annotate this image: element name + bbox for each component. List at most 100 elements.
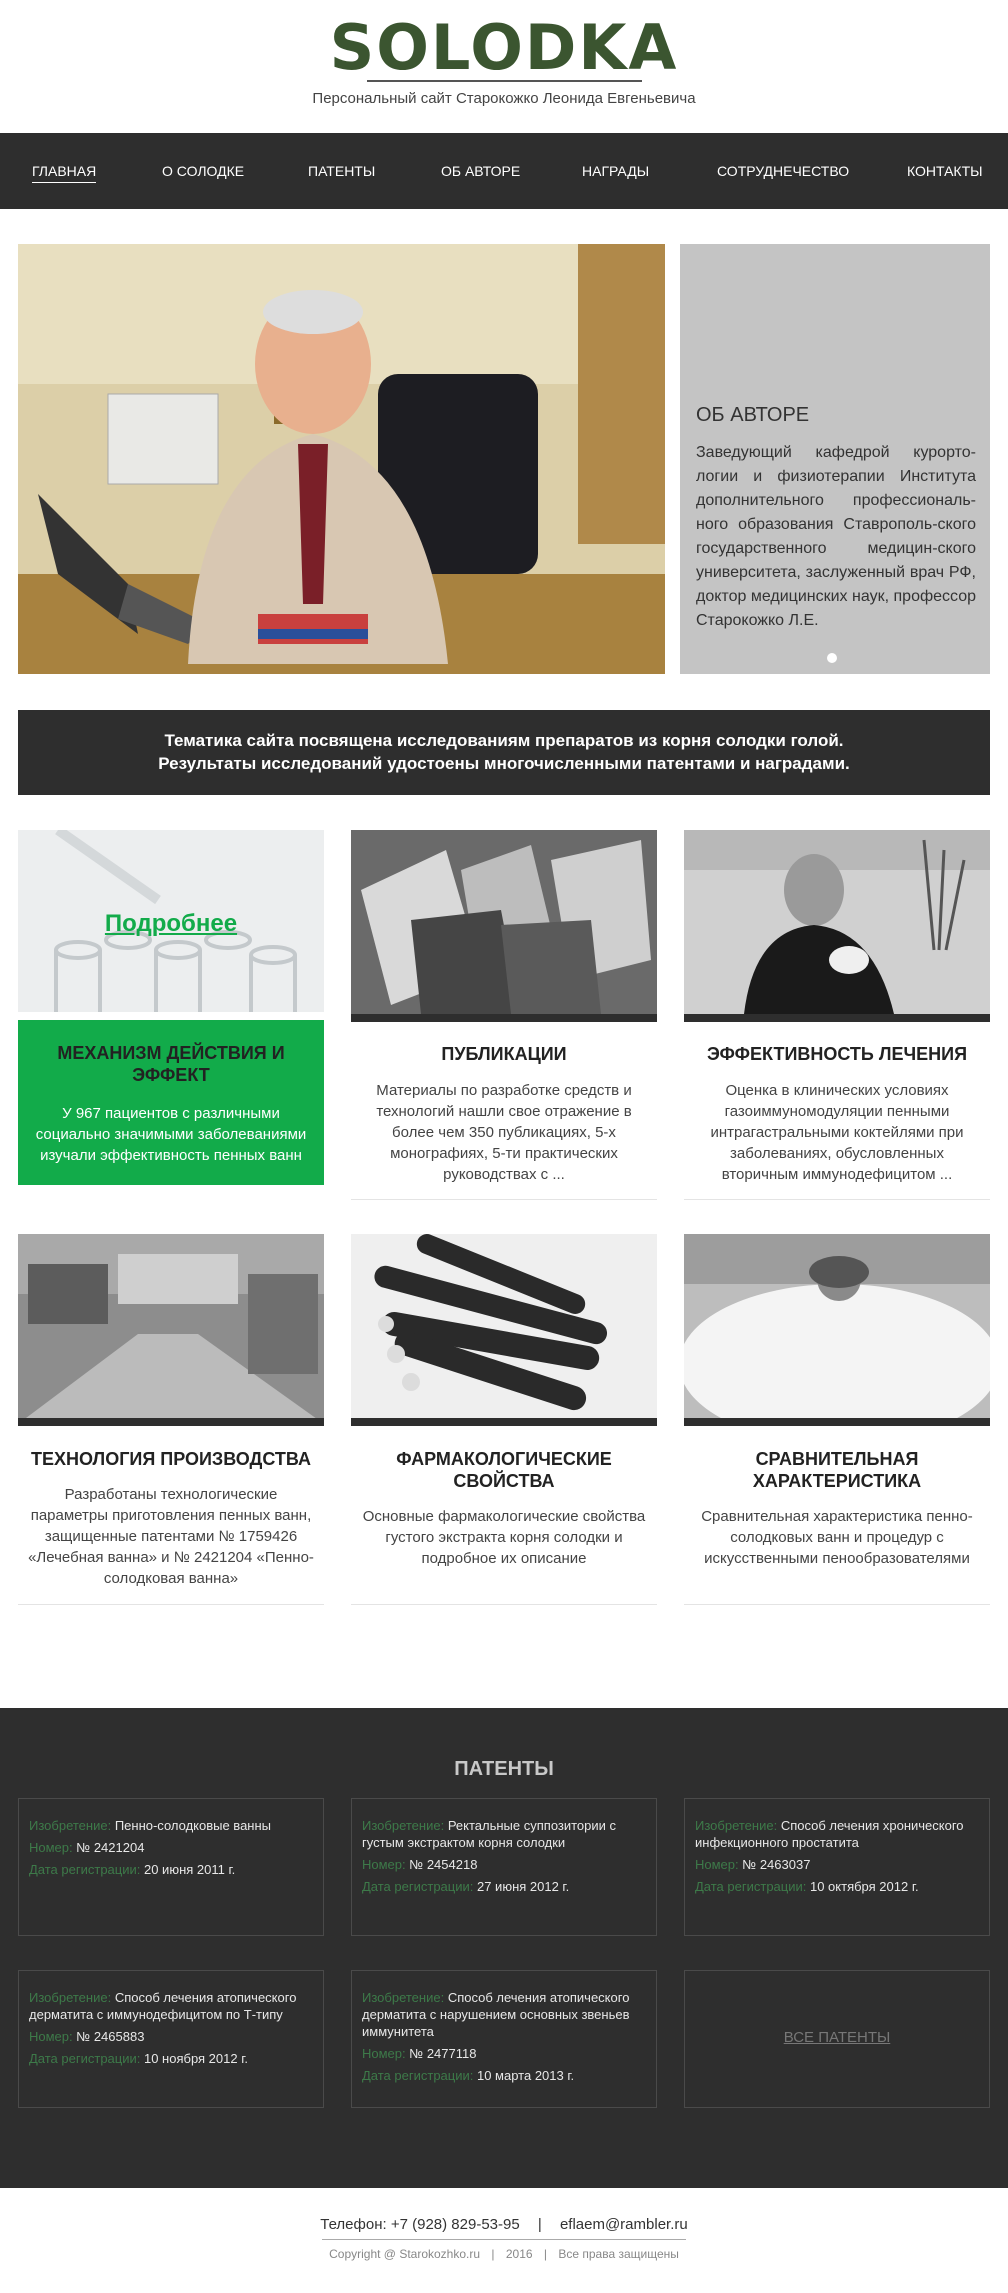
publications-image (351, 830, 657, 1022)
card-title[interactable]: ПУБЛИКАЦИИ (351, 1043, 657, 1065)
invention-label: Изобретение: (29, 1818, 112, 1833)
rights-text: Все права защищены (558, 2247, 679, 2261)
nav-item-about-licorice[interactable]: О СОЛОДКЕ (162, 163, 244, 179)
nav-item-patents[interactable]: ПАТЕНТЫ (308, 163, 375, 179)
test-tubes-image: Подробнее (18, 830, 324, 1012)
nav-item-awards[interactable]: НАГРАДЫ (582, 163, 649, 179)
site-header: SOLODKA Персональный сайт Старокожко Лео… (0, 0, 1008, 133)
card-text: Основные фармакологические свойства густ… (362, 1508, 646, 1567)
separator: | (537, 2216, 542, 2233)
patent-date: 10 ноября 2012 г. (143, 2051, 248, 2066)
nav-item-contacts[interactable]: КОНТАКТЫ (907, 163, 983, 179)
card-text: Сравнительная характеристика пенно-солод… (701, 1508, 973, 1567)
card-text: Материалы по разработке средств и технол… (376, 1082, 632, 1183)
email-link[interactable]: eflaem@rambler.ru (560, 2216, 688, 2233)
card-text: Оценка в клинических условиях газоиммуно… (710, 1082, 964, 1183)
card-divider (684, 1604, 990, 1605)
card-title[interactable]: ФАРМАКОЛОГИЧЕСКИЕ СВОЙСТВА (351, 1448, 657, 1492)
image-bar (351, 1014, 657, 1022)
patent-card[interactable]: Изобретение: Способ лечения атопического… (351, 1970, 657, 2108)
patent-date: 20 июня 2011 г. (143, 1862, 236, 1877)
banner-line-2: Результаты исследований удостоены многоч… (158, 754, 850, 773)
date-label: Дата регистрации: (362, 1879, 474, 1894)
card-efficiency[interactable]: ЭФФЕКТИВНОСТЬ ЛЕЧЕНИЯ Оценка в клиническ… (684, 830, 990, 1200)
all-patents-box[interactable]: ВСЕ ПАТЕНТЫ (684, 1970, 990, 2108)
phone-number[interactable]: +7 (928) 829-53-95 (391, 2216, 520, 2233)
site-logo[interactable]: SOLODKA (0, 14, 1008, 82)
slider-dot[interactable] (827, 653, 837, 663)
card-title[interactable]: ТЕХНОЛОГИЯ ПРОИЗВОДСТВА (18, 1448, 324, 1470)
card-title[interactable]: ЭФФЕКТИВНОСТЬ ЛЕЧЕНИЯ (684, 1043, 990, 1065)
patent-number: № 2477118 (409, 2046, 477, 2061)
patent-number: № 2421204 (76, 1840, 145, 1855)
licorice-root-image (351, 1234, 657, 1426)
card-divider (18, 1604, 324, 1605)
more-link[interactable]: Подробнее (18, 910, 324, 938)
nav-item-home[interactable]: ГЛАВНАЯ (32, 163, 97, 183)
patent-number: № 2463037 (742, 1857, 811, 1872)
footer-copyright: Copyright @ Starokozhko.ru | 2016 | Все … (0, 2247, 1008, 2261)
phone-label: Телефон: (320, 2216, 387, 2233)
nav-item-cooperation[interactable]: СОТРУДНЕЧЕСТВО (717, 163, 849, 179)
card-text: Разработаны технологические параметры пр… (28, 1486, 314, 1587)
patent-card[interactable]: Изобретение: Способ лечения атопического… (18, 1970, 324, 2108)
patent-card[interactable]: Изобретение: Способ лечения хронического… (684, 1798, 990, 1936)
patent-date: 10 марта 2013 г. (476, 2068, 575, 2083)
card-pharmacology[interactable]: ФАРМАКОЛОГИЧЕСКИЕ СВОЙСТВА Основные фарм… (351, 1234, 657, 1605)
footer-divider (322, 2239, 686, 2240)
copyright-year: 2016 (505, 2247, 533, 2261)
card-comparison[interactable]: СРАВНИТЕЛЬНАЯ ХАРАКТЕРИСТИКА Сравнительн… (684, 1234, 990, 1605)
card-divider (684, 1199, 990, 1200)
card-publications[interactable]: ПУБЛИКАЦИИ Материалы по разработке средс… (351, 830, 657, 1200)
site-tagline: Персональный сайт Старокожко Леонида Евг… (312, 90, 696, 107)
all-patents-link[interactable]: ВСЕ ПАТЕНТЫ (685, 2029, 989, 2046)
number-label: Номер: (362, 2046, 406, 2061)
patent-number: № 2454218 (409, 1857, 478, 1872)
invention-label: Изобретение: (29, 1990, 112, 2005)
image-bar (684, 1014, 990, 1022)
patent-card[interactable]: Изобретение: Ректальные суппозитории с г… (351, 1798, 657, 1936)
author-photo (18, 244, 665, 674)
card-divider (351, 1199, 657, 1200)
patent-name: Пенно-солодковые ванны (114, 1818, 272, 1833)
date-label: Дата регистрации: (695, 1879, 807, 1894)
foam-bath-image (684, 1234, 990, 1426)
patents-section: ПАТЕНТЫ Изобретение: Пенно-солодковые ва… (0, 1708, 1008, 2188)
image-bar (351, 1418, 657, 1426)
about-author-title[interactable]: ОБ АВТОРЕ (696, 404, 809, 427)
site-footer: Телефон: +7 (928) 829-53-95 | eflaem@ram… (0, 2188, 1008, 2293)
number-label: Номер: (29, 2029, 73, 2044)
patents-heading: ПАТЕНТЫ (454, 1758, 554, 1780)
card-mechanism[interactable]: Подробнее МЕХАНИЗМ ДЕЙСТВИЯ И ЭФФЕКТ У 9… (18, 830, 324, 1190)
card-title[interactable]: СРАВНИТЕЛЬНАЯ ХАРАКТЕРИСТИКА (684, 1448, 990, 1492)
invention-label: Изобретение: (695, 1818, 778, 1833)
date-label: Дата регистрации: (29, 1862, 141, 1877)
mechanism-green-box: МЕХАНИЗМ ДЕЙСТВИЯ И ЭФФЕКТ У 967 пациент… (18, 1020, 324, 1185)
card-technology[interactable]: ТЕХНОЛОГИЯ ПРОИЗВОДСТВА Разработаны техн… (18, 1234, 324, 1605)
theme-banner: Тематика сайта посвящена исследованиям п… (18, 710, 990, 795)
copyright-text: Copyright @ Starokozhko.ru (329, 2247, 481, 2261)
invention-label: Изобретение: (362, 1990, 445, 2005)
image-bar (18, 1418, 324, 1426)
number-label: Номер: (362, 1857, 406, 1872)
card-text: У 967 пациентов с различными социально з… (35, 1105, 307, 1164)
logo-underline (367, 80, 642, 82)
about-author-text: Заведующий кафедрой курорто-логии и физи… (696, 444, 976, 629)
date-label: Дата регистрации: (362, 2068, 474, 2083)
separator: | (543, 2247, 548, 2261)
about-author-panel: ОБ АВТОРЕ Заведующий кафедрой курорто-ло… (680, 244, 990, 674)
patent-date: 10 октября 2012 г. (809, 1879, 919, 1894)
banner-line-1: Тематика сайта посвящена исследованиям п… (164, 731, 844, 750)
number-label: Номер: (695, 1857, 739, 1872)
date-label: Дата регистрации: (29, 2051, 141, 2066)
patent-card[interactable]: Изобретение: Пенно-солодковые ванны Номе… (18, 1798, 324, 1936)
card-title[interactable]: МЕХАНИЗМ ДЕЙСТВИЯ И ЭФФЕКТ (18, 1042, 324, 1086)
production-image (18, 1234, 324, 1426)
nav-item-about-author[interactable]: ОБ АВТОРЕ (441, 163, 520, 179)
image-bar (684, 1418, 990, 1426)
efficiency-image (684, 830, 990, 1022)
patent-date: 27 июня 2012 г. (476, 1879, 570, 1894)
footer-contacts: Телефон: +7 (928) 829-53-95 | eflaem@ram… (0, 2216, 1008, 2233)
separator: | (491, 2247, 495, 2261)
invention-label: Изобретение: (362, 1818, 445, 1833)
